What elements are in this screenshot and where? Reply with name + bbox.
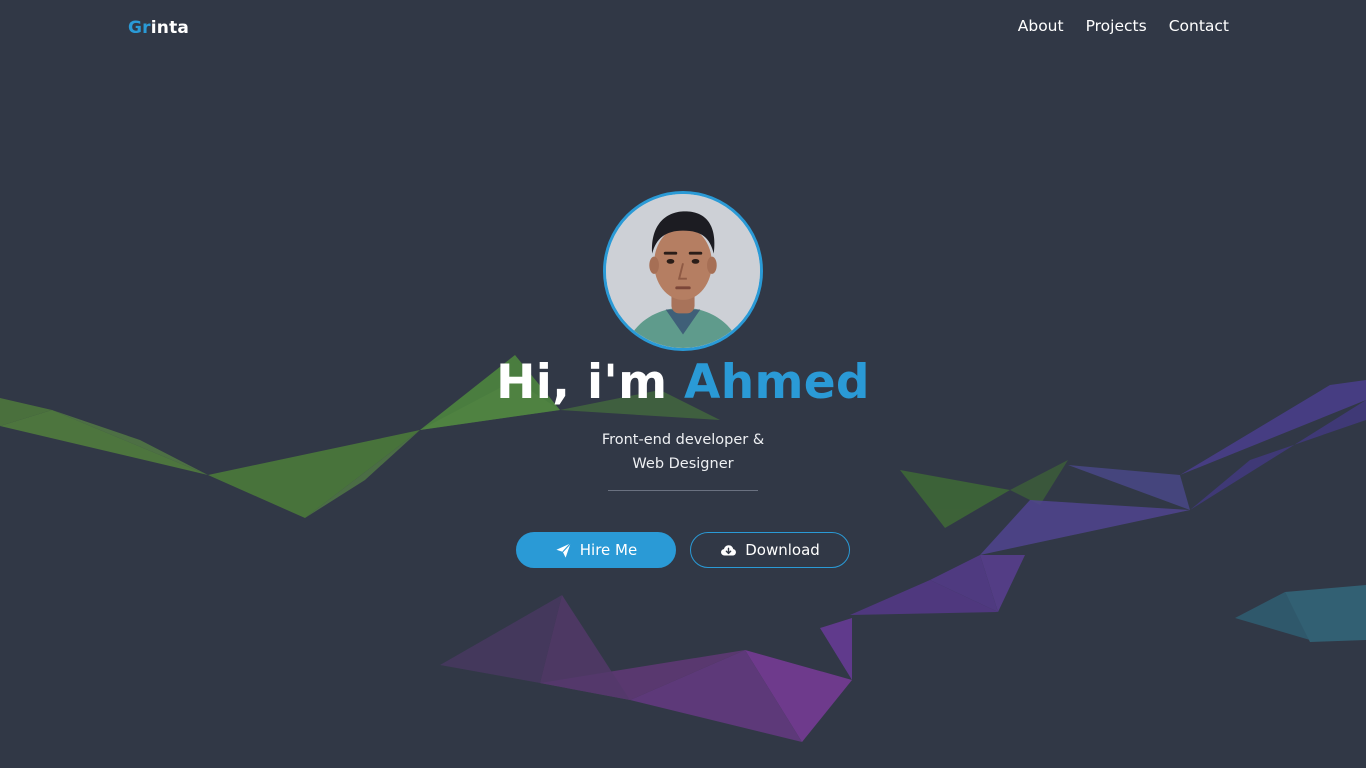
download-button[interactable]: Download [690, 532, 850, 568]
brand-logo[interactable]: Grinta [128, 18, 189, 38]
hero-greeting: Hi, i'm [496, 355, 685, 410]
hero-subtitle: Front-end developer & Web Designer [0, 428, 1366, 476]
download-label: Download [745, 541, 820, 559]
hero-divider [608, 490, 758, 491]
profile-avatar [603, 191, 763, 351]
hero-subtitle-line1: Front-end developer & [601, 432, 765, 448]
nav-menu: About Projects Contact [1018, 17, 1229, 35]
nav-link-projects[interactable]: Projects [1086, 17, 1147, 35]
hero-headline: Hi, i'm Ahmed [0, 355, 1366, 410]
hero-subtitle-line2: Web Designer [632, 456, 734, 472]
brand-logo-accent: Gr [128, 18, 151, 38]
nav-link-contact[interactable]: Contact [1169, 17, 1229, 35]
brand-logo-rest: inta [150, 18, 190, 38]
hire-me-label: Hire Me [579, 541, 638, 559]
top-navbar: Grinta About Projects Contact [0, 0, 1366, 56]
cloud-download-icon [721, 544, 737, 555]
hero-section: Hi, i'm Ahmed Front-end developer & Web … [0, 0, 1366, 768]
nav-link-about[interactable]: About [1018, 17, 1064, 35]
hero-name: Ahmed [684, 355, 870, 410]
profile-photo-icon [606, 194, 760, 348]
hire-me-button[interactable]: Hire Me [516, 532, 676, 568]
paper-plane-icon [556, 542, 571, 558]
